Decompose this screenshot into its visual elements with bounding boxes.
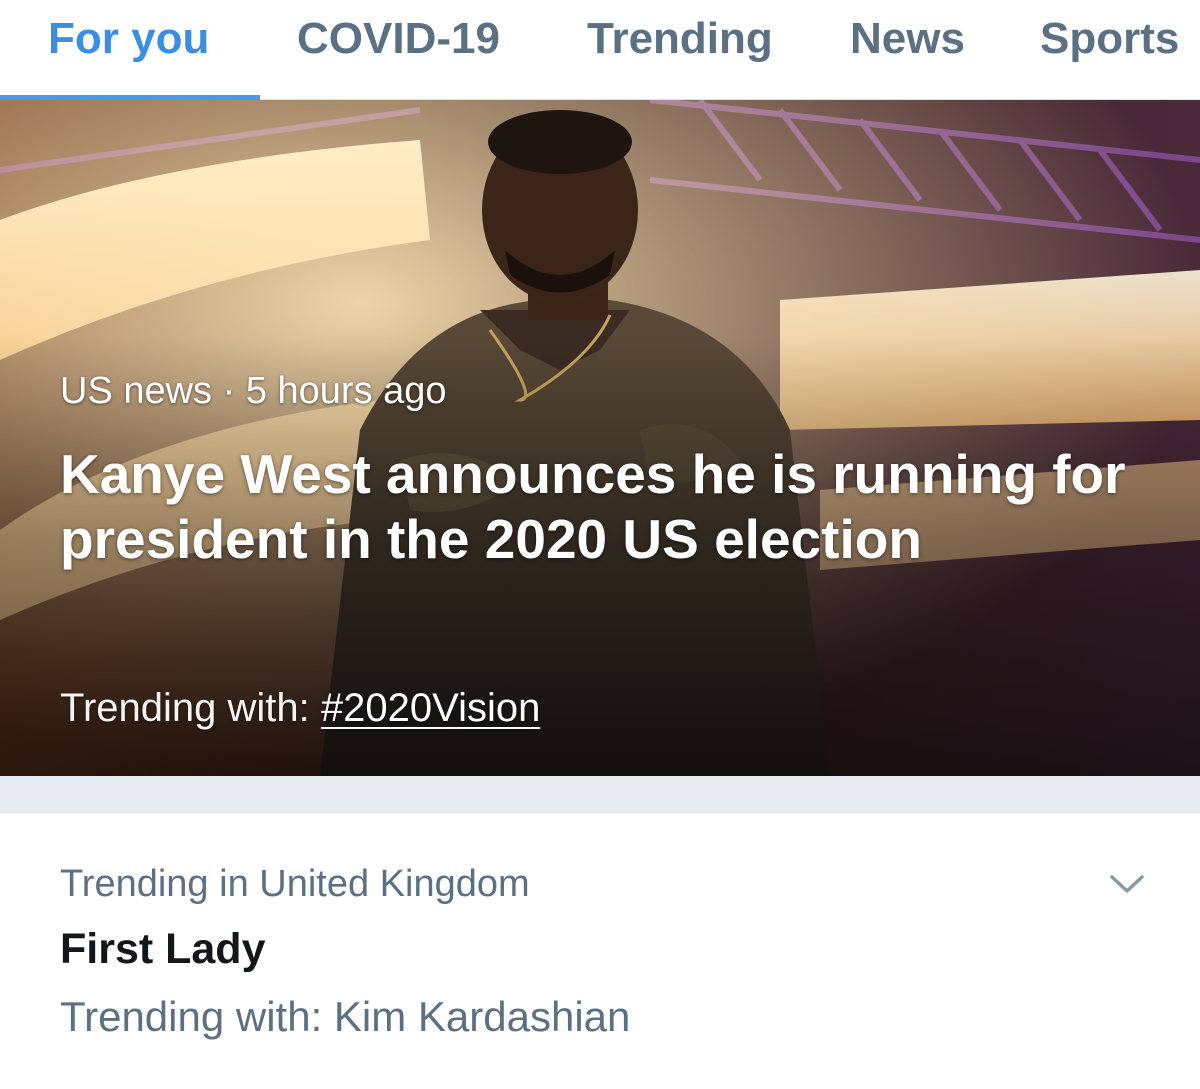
tab-trending[interactable]: Trending xyxy=(587,0,773,100)
hero-story-card[interactable]: US news · 5 hours ago Kanye West announc… xyxy=(0,100,1200,776)
hero-timestamp: 5 hours ago xyxy=(245,370,447,412)
explore-screen: For you COVID-19 Trending News Sports US… xyxy=(0,0,1200,1089)
hero-headline: Kanye West announces he is running for p… xyxy=(60,443,1126,570)
section-divider xyxy=(0,776,1200,813)
explore-tab-bar: For you COVID-19 Trending News Sports xyxy=(0,0,1200,101)
trend-item[interactable]: Trending in United Kingdom First Lady Tr… xyxy=(0,813,1200,1089)
trend-context: Trending in United Kingdom xyxy=(60,863,530,905)
tab-label: Sports xyxy=(1040,14,1180,63)
hero-category: US news xyxy=(60,370,213,412)
hero-gradient-overlay xyxy=(0,100,1200,776)
chevron-down-icon[interactable] xyxy=(1108,871,1146,897)
meta-separator: · xyxy=(222,370,236,412)
trend-trending-with: Trending with: Kim Kardashian xyxy=(60,993,631,1040)
hero-meta: US news · 5 hours ago xyxy=(60,370,447,413)
tab-label: COVID-19 xyxy=(297,14,500,63)
tab-sports[interactable]: Sports xyxy=(1040,0,1179,100)
tab-label: For you xyxy=(48,14,210,63)
tab-label: Trending xyxy=(587,14,773,63)
tab-covid-19[interactable]: COVID-19 xyxy=(297,0,500,100)
trending-prefix: Trending with: xyxy=(60,686,310,730)
hashtag-link[interactable]: #2020Vision xyxy=(321,686,540,730)
hero-trending-with: Trending with: #2020Vision xyxy=(60,686,540,731)
tab-for-you[interactable]: For you xyxy=(0,0,260,101)
trend-title: First Lady xyxy=(60,925,266,973)
tab-news[interactable]: News xyxy=(850,0,965,100)
tab-label: News xyxy=(850,14,965,63)
